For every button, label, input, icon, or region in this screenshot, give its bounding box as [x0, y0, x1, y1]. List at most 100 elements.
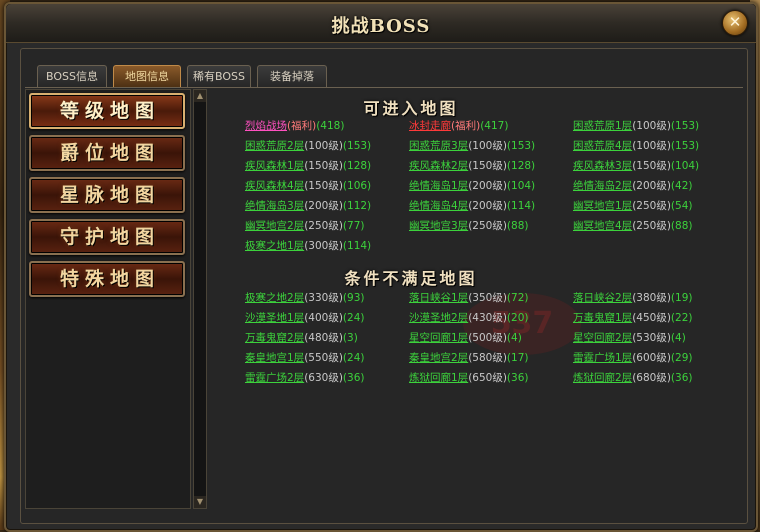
map-name-link[interactable]: 烈焰战场	[245, 120, 287, 132]
map-name-link[interactable]: 冰封走廊	[409, 120, 451, 132]
map-entry[interactable]: 疾风森林1层(150级)(128)	[245, 157, 371, 175]
map-requirement: (300级)	[304, 240, 343, 252]
map-entry[interactable]: 极寒之地2层(330级)(93)	[245, 289, 364, 307]
boss-count: (114)	[342, 240, 372, 252]
map-name-link[interactable]: 疾风森林1层	[245, 160, 304, 172]
map-requirement: (200级)	[468, 200, 507, 212]
close-button[interactable]: ✕	[722, 10, 748, 36]
map-name-link[interactable]: 绝情海岛3层	[245, 200, 304, 212]
map-entry[interactable]: 幽冥地宫2层(250级)(77)	[245, 217, 364, 235]
map-entry[interactable]: 冰封走廊(福利)(417)	[409, 117, 508, 135]
scrollbar[interactable]: ▲ ▼	[193, 89, 207, 509]
tab-rare-boss[interactable]: 稀有BOSS	[187, 65, 251, 88]
boss-count: (417)	[480, 120, 509, 132]
map-entry[interactable]: 幽冥地宫1层(250级)(54)	[573, 197, 692, 215]
map-name-link[interactable]: 疾风森林3层	[573, 160, 632, 172]
map-entry[interactable]: 幽冥地宫3层(250级)(88)	[409, 217, 528, 235]
map-entry[interactable]: 炼狱回廊1层(650级)(36)	[409, 369, 528, 387]
tab-map-info[interactable]: 地图信息	[113, 65, 181, 88]
map-name-link[interactable]: 困惑荒原2层	[245, 140, 304, 152]
map-name-link[interactable]: 幽冥地宫1层	[573, 200, 632, 212]
sidebar-item-star-map[interactable]: 星脉地图	[29, 177, 185, 213]
map-entry[interactable]: 绝情海岛2层(200级)(42)	[573, 177, 692, 195]
map-requirement: (350级)	[468, 292, 507, 304]
arrow-down-icon[interactable]: ▼	[194, 496, 206, 508]
map-entry[interactable]: 疾风森林3层(150级)(104)	[573, 157, 699, 175]
map-entry[interactable]: 落日峡谷2层(380级)(19)	[573, 289, 692, 307]
map-name-link[interactable]: 落日峡谷1层	[409, 292, 468, 304]
sidebar-item-special-map[interactable]: 特殊地图	[29, 261, 185, 297]
map-name-link[interactable]: 雷霆广场2层	[245, 372, 304, 384]
map-name-link[interactable]: 炼狱回廊2层	[573, 372, 632, 384]
map-entry[interactable]: 落日峡谷1层(350级)(72)	[409, 289, 528, 307]
map-name-link[interactable]: 沙漠圣地2层	[409, 312, 468, 324]
map-name-link[interactable]: 幽冥地宫2层	[245, 220, 304, 232]
sidebar-item-rank-map[interactable]: 爵位地图	[29, 135, 185, 171]
map-name-link[interactable]: 雷霆广场1层	[573, 352, 632, 364]
boss-challenge-window: 挑战BOSS ✕ BOSS信息 地图信息 稀有BOSS 装备掉落 等级地图 爵位…	[4, 2, 758, 532]
sidebar-item-guardian-map[interactable]: 守护地图	[29, 219, 185, 255]
map-name-link[interactable]: 极寒之地1层	[245, 240, 304, 252]
map-name-link[interactable]: 极寒之地2层	[245, 292, 304, 304]
map-entry[interactable]: 绝情海岛4层(200级)(114)	[409, 197, 535, 215]
map-entry[interactable]: 疾风森林2层(150级)(128)	[409, 157, 535, 175]
map-entry[interactable]: 幽冥地宫4层(250级)(88)	[573, 217, 692, 235]
boss-count: (106)	[342, 180, 372, 192]
map-name-link[interactable]: 星空回廊1层	[409, 332, 468, 344]
map-name-link[interactable]: 绝情海岛1层	[409, 180, 468, 192]
map-name-link[interactable]: 沙漠圣地1层	[245, 312, 304, 324]
map-entry[interactable]: 困惑荒原4层(100级)(153)	[573, 137, 699, 155]
map-entry[interactable]: 万毒鬼窟1层(450级)(22)	[573, 309, 692, 327]
tab-boss-info[interactable]: BOSS信息	[37, 65, 107, 88]
map-entry[interactable]: 疾风森林4层(150级)(106)	[245, 177, 371, 195]
boss-count: (112)	[342, 200, 372, 212]
map-name-link[interactable]: 炼狱回廊1层	[409, 372, 468, 384]
boss-count: (114)	[506, 200, 536, 212]
map-entry[interactable]: 万毒鬼窟2层(480级)(3)	[245, 329, 358, 347]
arrow-up-icon[interactable]: ▲	[194, 90, 206, 102]
map-name-link[interactable]: 疾风森林2层	[409, 160, 468, 172]
map-entry[interactable]: 雷霆广场1层(600级)(29)	[573, 349, 692, 367]
map-name-link[interactable]: 困惑荒原4层	[573, 140, 632, 152]
title-bar: 挑战BOSS ✕	[6, 4, 756, 43]
map-entry[interactable]: 炼狱回廊2层(680级)(36)	[573, 369, 692, 387]
map-name-link[interactable]: 万毒鬼窟1层	[573, 312, 632, 324]
map-name-link[interactable]: 困惑荒原1层	[573, 120, 632, 132]
tab-divider	[25, 87, 743, 88]
map-entry[interactable]: 雷霆广场2层(630级)(36)	[245, 369, 364, 387]
boss-count: (36)	[506, 372, 529, 384]
map-name-link[interactable]: 绝情海岛2层	[573, 180, 632, 192]
map-entry[interactable]: 困惑荒原1层(100级)(153)	[573, 117, 699, 135]
boss-count: (72)	[506, 292, 529, 304]
map-entry[interactable]: 秦皇地宫1层(550级)(24)	[245, 349, 364, 367]
map-name-link[interactable]: 绝情海岛4层	[409, 200, 468, 212]
sidebar-item-level-map[interactable]: 等级地图	[29, 93, 185, 129]
map-name-link[interactable]: 星空回廊2层	[573, 332, 632, 344]
map-entry[interactable]: 星空回廊1层(500级)(4)	[409, 329, 522, 347]
map-entry[interactable]: 沙漠圣地2层(430级)(20)	[409, 309, 528, 327]
map-name-link[interactable]: 万毒鬼窟2层	[245, 332, 304, 344]
map-requirement: (福利)	[451, 120, 481, 132]
map-entry[interactable]: 困惑荒原3层(100级)(153)	[409, 137, 535, 155]
map-entry[interactable]: 星空回廊2层(530级)(4)	[573, 329, 686, 347]
map-name-link[interactable]: 落日峡谷2层	[573, 292, 632, 304]
map-entry[interactable]: 绝情海岛3层(200级)(112)	[245, 197, 371, 215]
map-entry[interactable]: 沙漠圣地1层(400级)(24)	[245, 309, 364, 327]
map-requirement: (650级)	[468, 372, 507, 384]
map-name-link[interactable]: 疾风森林4层	[245, 180, 304, 192]
map-entry[interactable]: 极寒之地1层(300级)(114)	[245, 237, 371, 255]
map-name-link[interactable]: 秦皇地宫1层	[245, 352, 304, 364]
map-entry[interactable]: 烈焰战场(福利)(418)	[245, 117, 344, 135]
map-name-link[interactable]: 幽冥地宫3层	[409, 220, 468, 232]
boss-count: (104)	[670, 160, 700, 172]
map-name-link[interactable]: 困惑荒原3层	[409, 140, 468, 152]
map-requirement: (150级)	[304, 160, 343, 172]
boss-count: (88)	[670, 220, 693, 232]
map-name-link[interactable]: 幽冥地宫4层	[573, 220, 632, 232]
map-name-link[interactable]: 秦皇地宫2层	[409, 352, 468, 364]
section-title-enterable: 可进入地图	[363, 99, 459, 118]
map-entry[interactable]: 绝情海岛1层(200级)(104)	[409, 177, 535, 195]
map-entry[interactable]: 困惑荒原2层(100级)(153)	[245, 137, 371, 155]
map-entry[interactable]: 秦皇地宫2层(580级)(17)	[409, 349, 528, 367]
tab-equipment-drop[interactable]: 装备掉落	[257, 65, 327, 88]
